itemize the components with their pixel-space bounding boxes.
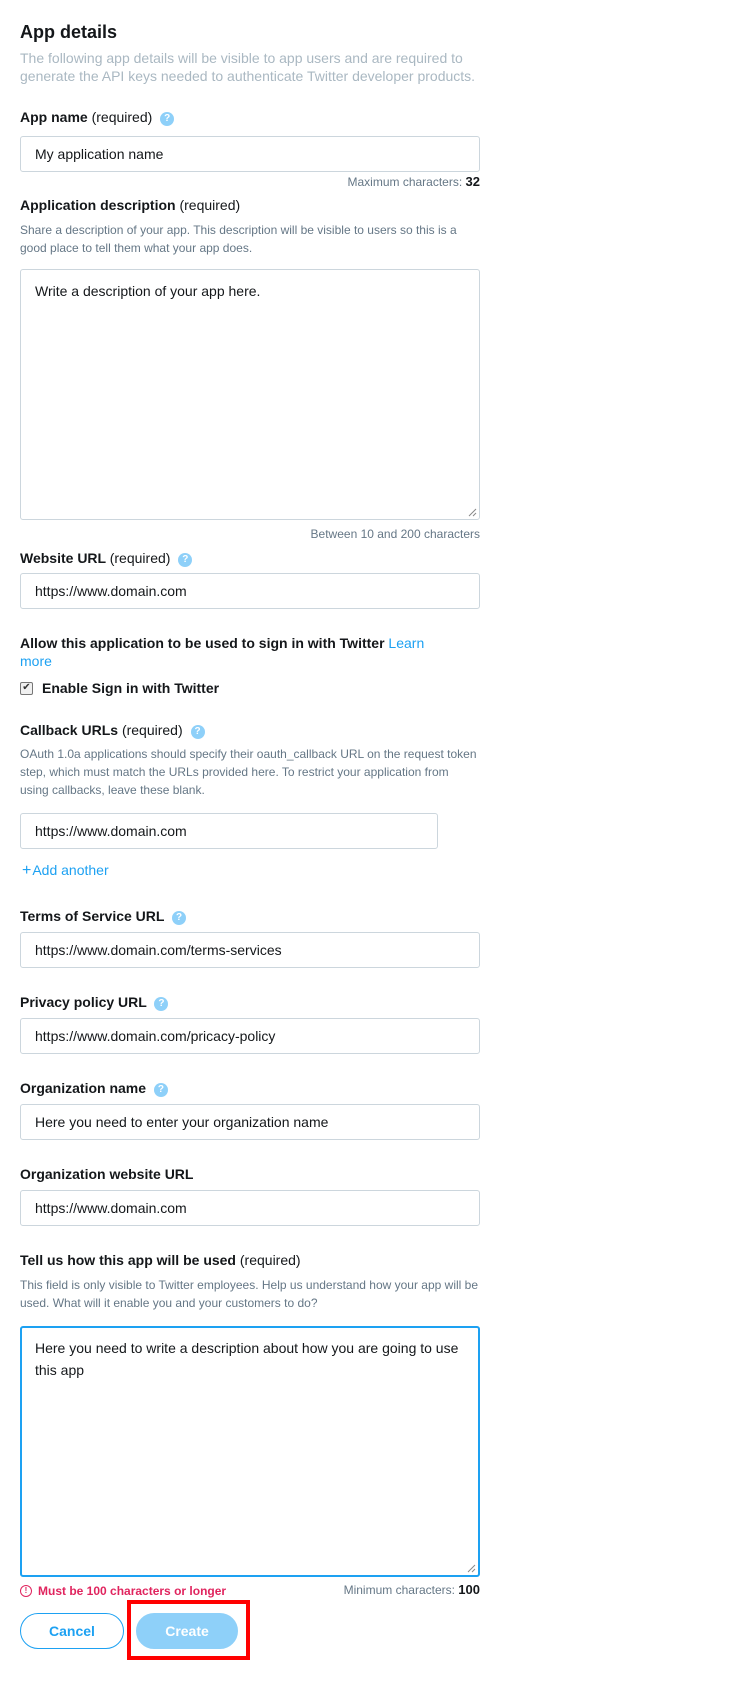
help-icon[interactable]: ? [153, 1083, 168, 1097]
callback-url-input[interactable]: https://www.domain.com [20, 813, 438, 849]
cancel-button[interactable]: Cancel [20, 1613, 124, 1649]
min-characters-label: Minimum characters: [343, 1583, 455, 1597]
website-url-label-text: Website URL [20, 550, 106, 566]
callback-urls-help-text: OAuth 1.0a applications should specify t… [20, 747, 477, 797]
sign-in-label: Allow this application to be used to sig… [20, 634, 440, 670]
add-another-link[interactable]: +Add another [22, 862, 109, 880]
usage-error-message: ! Must be 100 characters or longer [20, 1584, 226, 1598]
checkbox-check-icon: ✔ [22, 682, 31, 693]
usage-help-text: This field is only visible to Twitter em… [20, 1278, 479, 1310]
terms-url-label: Terms of Service URL ? [20, 907, 187, 925]
page-title: App details [20, 22, 118, 42]
usage-label: Tell us how this app will be used (requi… [20, 1251, 301, 1269]
app-description-textarea[interactable]: Write a description of your app here. [20, 269, 480, 520]
privacy-url-label: Privacy policy URL ? [20, 993, 169, 1011]
privacy-url-input[interactable]: https://www.domain.com/pricacy-policy [20, 1018, 480, 1054]
app-description-label-text: Application description [20, 197, 176, 213]
help-icon[interactable]: ? [190, 725, 205, 739]
terms-url-input[interactable]: https://www.domain.com/terms-services [20, 932, 480, 968]
org-website-label: Organization website URL [20, 1165, 193, 1183]
app-name-char-limit: Maximum characters: 32 [347, 174, 480, 189]
intro-text: The following app details will be visibl… [20, 50, 476, 84]
app-name-label-text: App name [20, 109, 88, 125]
required-marker: (required) [239, 1252, 301, 1268]
min-characters-value: 100 [458, 1582, 480, 1597]
sign-in-checkbox-row[interactable]: ✔ Enable Sign in with Twitter [20, 680, 219, 696]
app-description-help-text: Share a description of your app. This de… [20, 223, 457, 255]
resize-grip-icon[interactable] [467, 1564, 476, 1573]
required-marker: (required) [179, 197, 241, 213]
app-name-label: App name (required) ? [20, 108, 175, 126]
required-marker: (required) [109, 550, 171, 566]
help-icon[interactable]: ? [172, 911, 187, 925]
error-icon: ! [20, 1585, 32, 1597]
usage-textarea[interactable]: Here you need to write a description abo… [20, 1326, 480, 1577]
callback-urls-label: Callback URLs (required) ? [20, 721, 205, 739]
website-url-input[interactable]: https://www.domain.com [20, 573, 480, 609]
usage-value: Here you need to write a description abo… [35, 1340, 459, 1378]
required-marker: (required) [91, 109, 153, 125]
help-icon[interactable]: ? [154, 997, 169, 1011]
max-characters-label: Maximum characters: [347, 175, 463, 189]
org-website-input[interactable]: https://www.domain.com [20, 1190, 480, 1226]
terms-url-label-text: Terms of Service URL [20, 908, 165, 924]
app-name-input[interactable]: My application name [20, 136, 480, 172]
sign-in-checkbox[interactable]: ✔ [20, 681, 33, 695]
website-url-label: Website URL (required) ? [20, 549, 193, 567]
org-name-label: Organization name ? [20, 1079, 168, 1097]
org-website-label-text: Organization website URL [20, 1166, 194, 1182]
callback-urls-label-text: Callback URLs [20, 722, 119, 738]
sign-in-label-text: Allow this application to be used to sig… [20, 635, 385, 651]
app-description-length-hint: Between 10 and 200 characters [310, 527, 480, 541]
resize-grip-icon[interactable] [468, 508, 477, 517]
app-description-label: Application description (required) [20, 196, 240, 214]
sign-in-checkbox-label[interactable]: Enable Sign in with Twitter [42, 680, 219, 696]
usage-label-text: Tell us how this app will be used [20, 1252, 236, 1268]
help-icon[interactable]: ? [160, 112, 175, 126]
plus-icon: + [22, 862, 32, 879]
privacy-url-label-text: Privacy policy URL [20, 994, 147, 1010]
max-characters-value: 32 [465, 174, 480, 189]
org-name-input[interactable]: Here you need to enter your organization… [20, 1104, 480, 1140]
required-marker: (required) [121, 722, 183, 738]
usage-error-text: Must be 100 characters or longer [38, 1584, 227, 1598]
usage-char-minimum: Minimum characters: 100 [344, 1582, 480, 1597]
help-icon[interactable]: ? [178, 553, 193, 567]
org-name-label-text: Organization name [20, 1080, 147, 1096]
add-another-label: Add another [32, 862, 109, 878]
app-description-value: Write a description of your app here. [35, 283, 261, 299]
create-button-highlight [127, 1600, 250, 1660]
